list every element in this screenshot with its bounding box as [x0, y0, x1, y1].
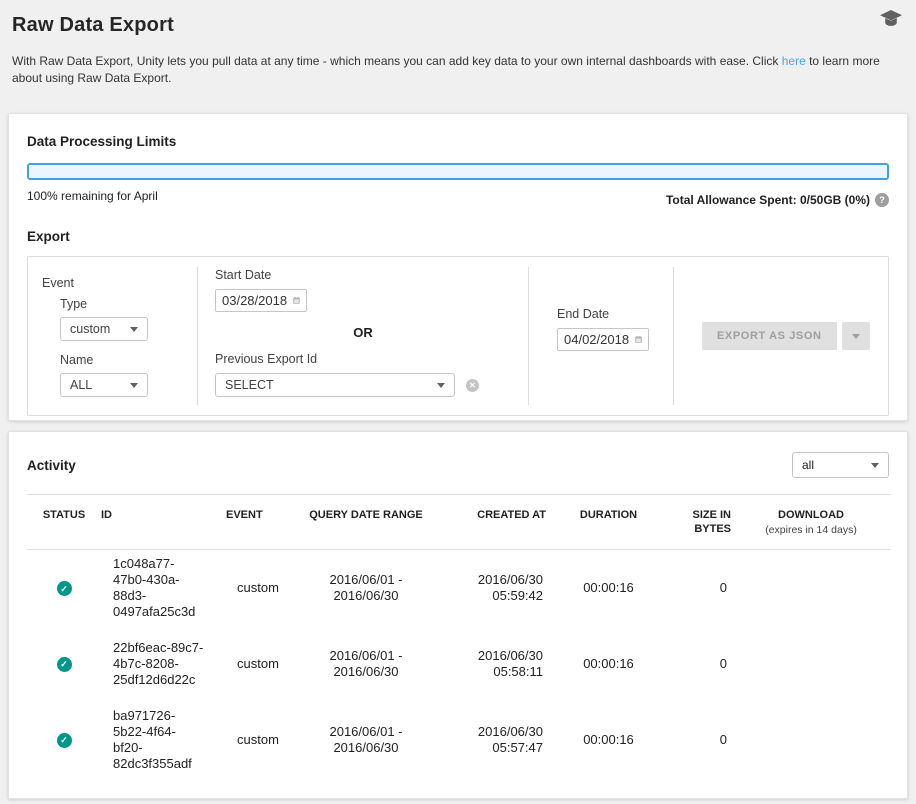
- page-description: With Raw Data Export, Unity lets you pul…: [0, 53, 902, 87]
- download-cell: [731, 550, 891, 626]
- download-cell: [731, 702, 891, 778]
- column-header-event: EVENT: [226, 495, 301, 550]
- download-cell: [731, 626, 891, 702]
- export-form: Event Type custom Name ALL Start Date: [27, 256, 889, 416]
- event-name-value: ALL: [70, 378, 92, 392]
- chevron-down-icon: [130, 327, 138, 332]
- activity-panel: Activity all STATUS ID EVENT QUERY DATE …: [8, 431, 908, 799]
- activity-table: STATUS ID EVENT QUERY DATE RANGE CREATED…: [27, 494, 891, 778]
- chevron-down-icon: [437, 383, 445, 388]
- start-date-label: Start Date: [215, 268, 528, 282]
- column-header-duration: DURATION: [546, 495, 671, 550]
- query-date-range-cell: 2016/06/01 - 2016/06/30: [301, 626, 431, 702]
- previous-export-row: SELECT ✕: [215, 373, 528, 397]
- event-cell: custom: [226, 626, 301, 702]
- activity-filter-value: all: [802, 458, 814, 472]
- start-date-value: 03/28/2018: [222, 293, 287, 308]
- help-icon[interactable]: ?: [875, 193, 889, 207]
- export-action-column: EXPORT AS JSON: [674, 257, 888, 415]
- status-check-icon: ✓: [57, 657, 72, 672]
- previous-export-select[interactable]: SELECT: [215, 373, 455, 397]
- page-title: Raw Data Export: [12, 14, 174, 37]
- status-check-icon: ✓: [57, 733, 72, 748]
- previous-export-value: SELECT: [225, 378, 274, 392]
- download-header-label: DOWNLOAD: [778, 509, 844, 521]
- allowance-summary: Total Allowance Spent: 0/50GB (0%) ?: [666, 193, 889, 207]
- column-header-created-at: CREATED AT: [431, 495, 546, 550]
- duration-cell: 00:00:16: [546, 702, 671, 778]
- status-check-icon: ✓: [57, 581, 72, 596]
- learn-more-link[interactable]: here: [782, 54, 806, 68]
- event-cell: custom: [226, 702, 301, 778]
- table-row: ✓ 22bf6eac-89c7-4b7c-8208-25df12d6d22c c…: [27, 626, 891, 702]
- query-date-range-cell: 2016/06/01 - 2016/06/30: [301, 702, 431, 778]
- allowance-label: Total Allowance Spent: 0/50GB (0%): [666, 193, 870, 207]
- duration-cell: 00:00:16: [546, 626, 671, 702]
- size-in-bytes-cell: 0: [671, 626, 731, 702]
- export-options-button[interactable]: [842, 322, 870, 350]
- or-label: OR: [198, 325, 528, 340]
- remaining-label: 100% remaining for April: [27, 189, 158, 203]
- event-type-label: Type: [60, 297, 197, 311]
- event-label: Event: [42, 276, 197, 290]
- event-name-select[interactable]: ALL: [60, 373, 148, 397]
- event-name-label: Name: [60, 353, 197, 367]
- allowance-progress-fill: [29, 165, 887, 178]
- table-row: ✓ 1c048a77-47b0-430a-88d3-0497afa25c3d c…: [27, 550, 891, 626]
- chevron-down-icon: [130, 383, 138, 388]
- query-date-range-cell: 2016/06/01 - 2016/06/30: [301, 550, 431, 626]
- date-or-export-column: Start Date 03/28/2018 OR Previous Export…: [198, 257, 528, 415]
- column-header-status: STATUS: [27, 495, 101, 550]
- clear-icon[interactable]: ✕: [466, 379, 479, 392]
- export-id-cell: ba971726-5b22-4f64-bf20-82dc3f355adf: [101, 702, 226, 778]
- size-in-bytes-cell: 0: [671, 702, 731, 778]
- size-in-bytes-cell: 0: [671, 550, 731, 626]
- end-date-column: End Date 04/02/2018: [529, 257, 673, 415]
- limits-heading: Data Processing Limits: [27, 134, 889, 149]
- activity-filter-select[interactable]: all: [792, 452, 889, 478]
- export-id-cell: 22bf6eac-89c7-4b7c-8208-25df12d6d22c: [101, 626, 226, 702]
- description-text-before: With Raw Data Export, Unity lets you pul…: [12, 54, 782, 68]
- column-header-size-in-bytes: SIZE IN BYTES: [671, 495, 731, 550]
- event-fields: Type custom Name ALL: [60, 297, 197, 397]
- created-at-cell: 2016/06/30 05:57:47: [431, 702, 546, 778]
- calendar-icon: [635, 333, 642, 346]
- table-row: ✓ ba971726-5b22-4f64-bf20-82dc3f355adf c…: [27, 702, 891, 778]
- data-processing-limits-panel: Data Processing Limits 100% remaining fo…: [8, 113, 908, 421]
- export-as-json-button[interactable]: EXPORT AS JSON: [702, 322, 837, 350]
- previous-export-label: Previous Export Id: [215, 352, 528, 366]
- column-header-query-date-range: QUERY DATE RANGE: [301, 495, 431, 550]
- event-cell: custom: [226, 550, 301, 626]
- download-expiry-note: (expires in 14 days): [731, 523, 891, 537]
- export-heading: Export: [27, 229, 889, 244]
- activity-header: Activity all: [27, 452, 889, 478]
- chevron-down-icon: [852, 334, 860, 339]
- column-header-id: ID: [101, 495, 226, 550]
- duration-cell: 00:00:16: [546, 550, 671, 626]
- limits-summary-row: 100% remaining for April Total Allowance…: [27, 189, 889, 207]
- page-header: Raw Data Export: [0, 0, 916, 37]
- allowance-progress-bar: [27, 163, 889, 180]
- raw-data-export-page: Raw Data Export With Raw Data Export, Un…: [0, 0, 916, 804]
- education-icon[interactable]: [880, 10, 902, 34]
- column-header-download: DOWNLOAD (expires in 14 days): [731, 495, 891, 550]
- end-date-value: 04/02/2018: [564, 332, 629, 347]
- created-at-cell: 2016/06/30 05:59:42: [431, 550, 546, 626]
- created-at-cell: 2016/06/30 05:58:11: [431, 626, 546, 702]
- activity-heading: Activity: [27, 458, 76, 473]
- end-date-label: End Date: [557, 307, 673, 321]
- calendar-icon: [293, 294, 300, 307]
- event-type-value: custom: [70, 322, 110, 336]
- start-date-input[interactable]: 03/28/2018: [215, 289, 307, 312]
- chevron-down-icon: [871, 463, 879, 468]
- export-id-cell: 1c048a77-47b0-430a-88d3-0497afa25c3d: [101, 550, 226, 626]
- table-header-row: STATUS ID EVENT QUERY DATE RANGE CREATED…: [27, 495, 891, 550]
- event-column: Event Type custom Name ALL: [28, 257, 197, 415]
- end-date-input[interactable]: 04/02/2018: [557, 328, 649, 351]
- event-type-select[interactable]: custom: [60, 317, 148, 341]
